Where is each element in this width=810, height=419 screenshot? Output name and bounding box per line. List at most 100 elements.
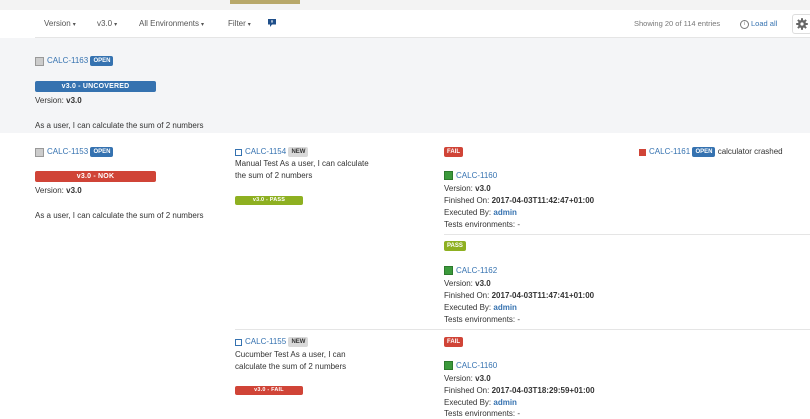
load-all-link[interactable]: i Load all [740,19,777,29]
version-dropdown[interactable]: Version ▾ [44,19,76,28]
test-header: CALC-1154 NEW [235,147,309,157]
executed-by-label: Executed By: [444,208,492,217]
requirement-icon [35,147,44,157]
load-all-label: Load all [751,19,778,28]
version-line: Version: v3.0 [35,186,82,195]
version-label: Version: [35,186,64,195]
fail-badge: FAIL [444,337,463,347]
test-key-link[interactable]: CALC-1154 [245,147,286,156]
execution-version: Version: v3.0 [444,184,491,193]
user-link[interactable]: admin [493,208,517,217]
environments-label: All Environments [139,19,200,28]
showing-count: Showing 20 of 114 entries [634,19,721,28]
execution-environments: Tests environments: - [444,220,520,229]
test-status-bar: v3.0 - FAIL [235,386,303,395]
requirement-icon [35,56,44,66]
requirement-header: CALC-1153 OPEN [35,147,114,157]
defect-key-link[interactable]: CALC-1161 [649,147,690,156]
requirement-key-link[interactable]: CALC-1153 [47,147,88,156]
environments-label: Tests environments: [444,220,516,229]
version-label: Version: [35,96,64,105]
finished-value: 2017-04-03T11:42:47+01:00 [491,196,595,205]
version-value: v3.0 [475,279,491,288]
test-key-link[interactable]: CALC-1155 [245,337,286,346]
comment-icon[interactable] [267,18,277,28]
environments-dropdown[interactable]: All Environments ▾ [139,19,204,28]
execution-executed-by: Executed By: admin [444,208,517,217]
pass-badge: PASS [444,241,466,251]
test-summary: the sum of 2 numbers [235,171,313,180]
test-execution-icon [444,361,453,371]
requirement-summary: As a user, I can calculate the sum of 2 … [35,211,204,220]
finished-label: Finished On: [444,386,490,395]
executed-by-label: Executed By: [444,303,492,312]
executed-by-label: Executed By: [444,398,492,407]
execution-header: CALC-1160 [444,171,497,181]
version-label: Version: [444,279,473,288]
status-badge: OPEN [90,56,114,66]
divider [444,234,810,235]
coverage-status-bar: v3.0 - NOK [35,171,156,182]
environments-label: Tests environments: [444,315,516,324]
execution-finished: Finished On: 2017-04-03T11:42:47+01:00 [444,196,594,205]
execution-header: CALC-1160 [444,361,497,371]
coverage-status-bar: v3.0 - UNCOVERED [35,81,156,92]
execution-result: FAIL [444,147,463,157]
status-badge: NEW [288,147,309,157]
version-line: Version: v3.0 [35,96,82,105]
status-badge: OPEN [692,147,716,157]
requirement-header: CALC-1163 OPEN [35,56,114,66]
version-dropdown-label: Version [44,19,71,28]
finished-label: Finished On: [444,196,490,205]
test-execution-icon [444,266,453,276]
filter-label: Filter [228,19,246,28]
user-link[interactable]: admin [493,398,517,407]
fail-badge: FAIL [444,147,463,157]
info-icon: i [740,19,749,29]
execution-result: PASS [444,241,466,251]
bug-icon [639,148,646,156]
execution-key-link[interactable]: CALC-1160 [456,171,497,180]
test-header: CALC-1155 NEW [235,337,309,347]
version-label: Version: [444,184,473,193]
execution-environments: Tests environments: - [444,315,520,324]
execution-header: CALC-1162 [444,266,497,276]
test-summary: Cucumber Test As a user, I can [235,350,346,359]
filter-dropdown[interactable]: Filter ▾ [228,19,251,28]
version-value-dropdown[interactable]: v3.0 ▾ [97,19,117,28]
environments-value: - [517,315,521,324]
requirement-key-link[interactable]: CALC-1163 [47,56,88,65]
toolbar: Version ▾ v3.0 ▾ All Environments ▾ Filter ▾… [35,10,810,38]
test-summary: Manual Test As a user, I can calculate [235,159,369,168]
version-value: v3.0 [66,96,82,105]
settings-button[interactable] [792,14,810,34]
execution-result: FAIL [444,337,463,347]
status-badge: NEW [288,337,309,347]
chevron-down-icon: ▾ [72,22,76,28]
test-status-bar: v3.0 - PASS [235,196,303,205]
version-label: Version: [444,374,473,383]
execution-executed-by: Executed By: admin [444,303,517,312]
environments-value: - [517,220,521,229]
status-badge: OPEN [90,147,114,157]
finished-value: 2017-04-03T11:47:41+01:00 [491,291,595,300]
version-value: v3.0 [66,186,82,195]
cropped-bar [230,0,300,4]
cucumber-test-icon [235,338,242,346]
chevron-down-icon: ▾ [247,22,251,28]
top-strip [0,0,810,10]
version-value: v3.0 [475,374,491,383]
finished-label: Finished On: [444,291,490,300]
defect-row: CALC-1161 OPEN calculator crashed [639,147,783,157]
execution-finished: Finished On: 2017-04-03T18:29:59+01:00 [444,386,595,395]
execution-key-link[interactable]: CALC-1162 [456,266,497,275]
user-link[interactable]: admin [493,303,517,312]
version-value: v3.0 [475,184,491,193]
execution-key-link[interactable]: CALC-1160 [456,361,497,370]
requirement-summary: As a user, I can calculate the sum of 2 … [35,121,204,130]
test-execution-icon [444,171,453,181]
defect-summary: calculator crashed [717,147,783,157]
execution-environments: Tests environments: - [444,409,520,418]
chevron-down-icon: ▾ [114,22,118,28]
environments-value: - [517,409,521,418]
